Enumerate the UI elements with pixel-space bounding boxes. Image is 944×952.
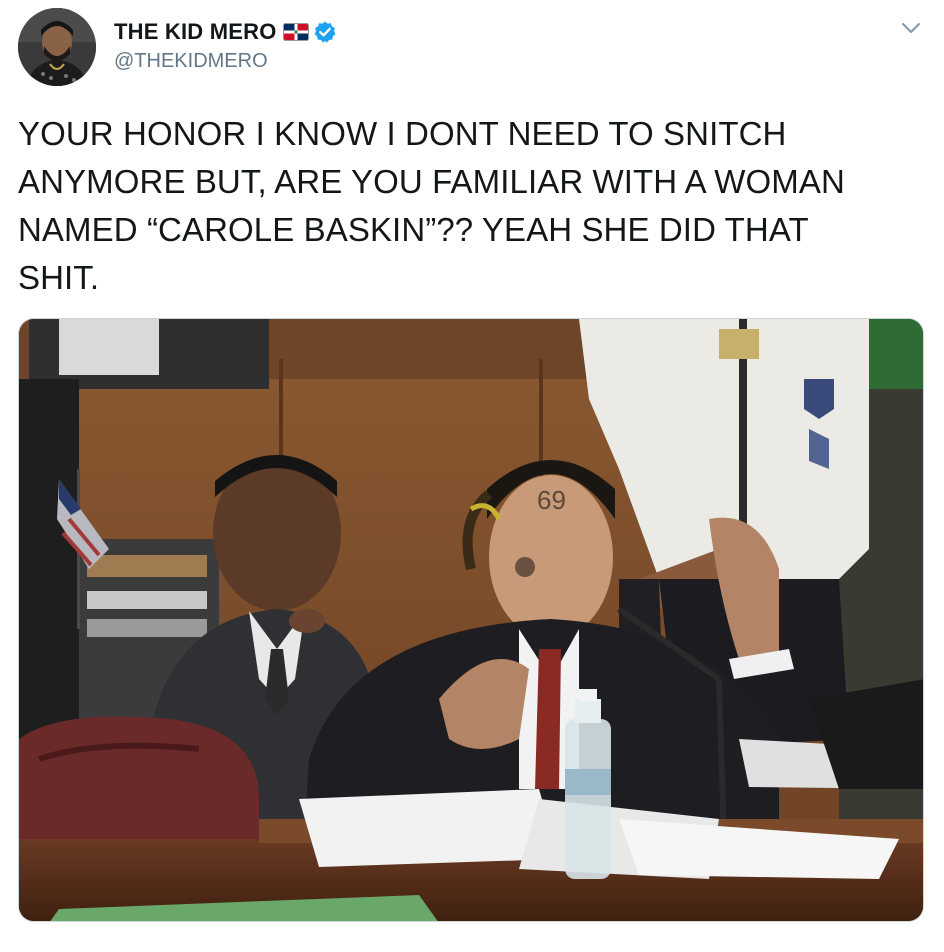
tweet-text: YOUR HONOR I KNOW I DONT NEED TO SNITCH … xyxy=(18,115,845,296)
author-display-name[interactable]: THE KID MERO xyxy=(114,19,277,45)
courtroom-photo-image: 69 xyxy=(19,319,923,921)
chevron-down-icon xyxy=(902,23,920,33)
tweet-photo[interactable]: 69 xyxy=(18,318,924,922)
svg-text:69: 69 xyxy=(537,485,566,515)
avatar-image xyxy=(18,8,96,86)
tweet-menu-button[interactable] xyxy=(896,16,926,40)
author-avatar[interactable] xyxy=(18,8,96,86)
author-name-row: THE KID MERO xyxy=(114,18,337,46)
verified-badge-icon xyxy=(313,20,337,44)
tweet-card: THE KID MERO @THEKIDMERO YOUR HONOR I KN… xyxy=(0,0,944,952)
author-handle[interactable]: @THEKIDMERO xyxy=(114,50,268,73)
dominican-republic-flag-icon xyxy=(282,23,309,41)
